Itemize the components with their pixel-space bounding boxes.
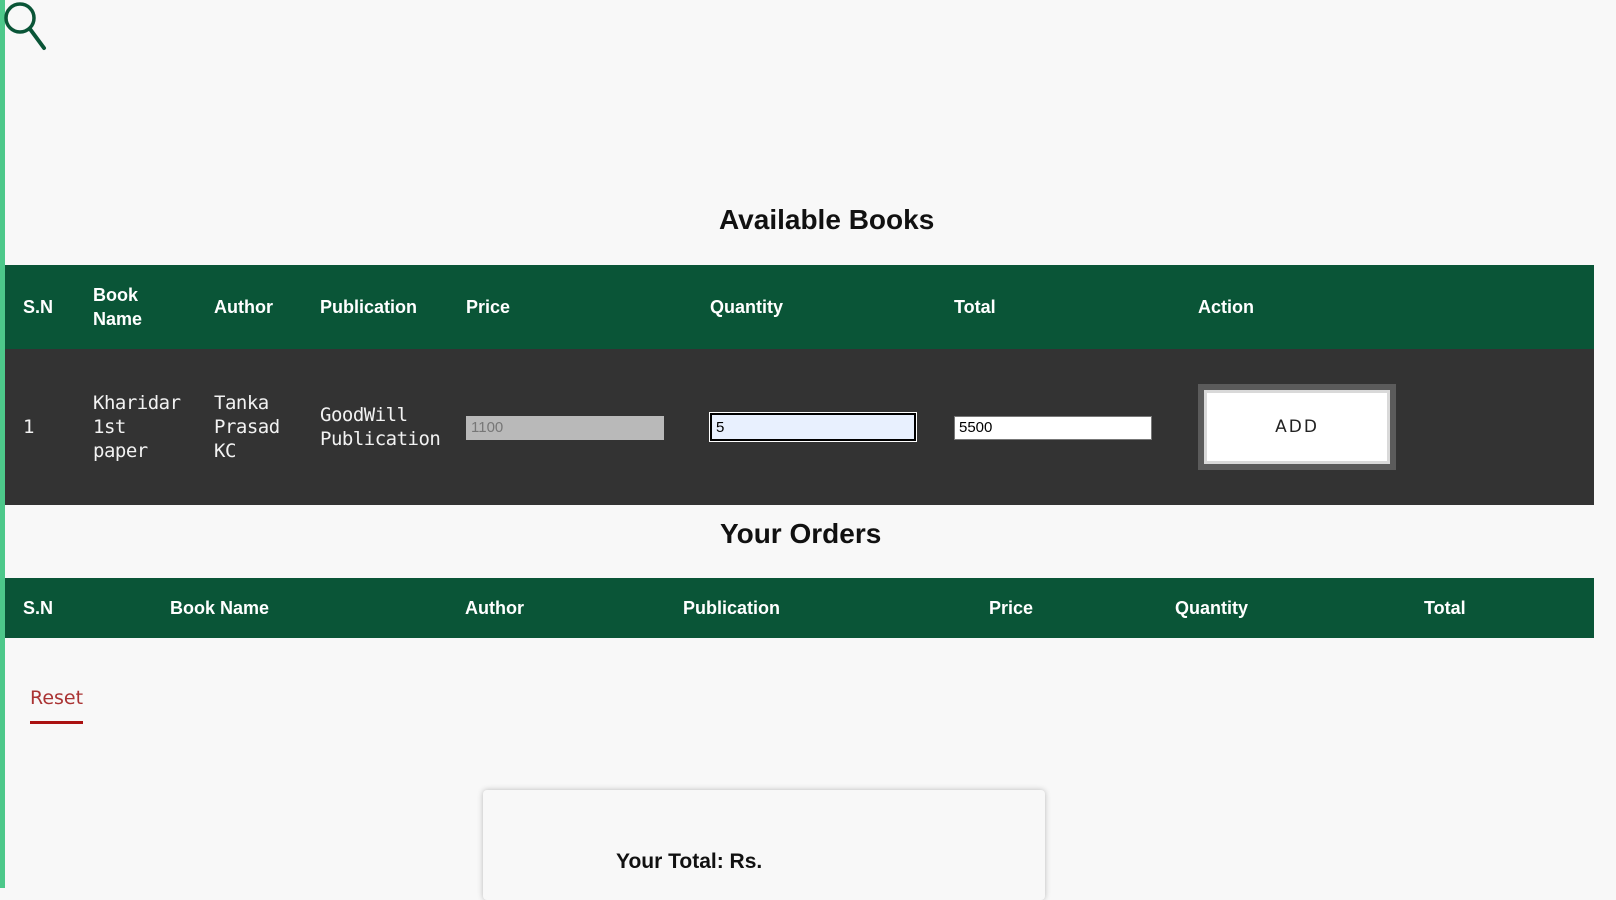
orders-header-author: Author xyxy=(465,597,524,618)
cell-sn: 1 xyxy=(23,416,34,438)
header-book-name: Book Name xyxy=(93,285,143,329)
orders-header-total: Total xyxy=(1424,597,1466,618)
search-icon[interactable] xyxy=(3,0,47,52)
orders-header-price: Price xyxy=(989,597,1034,618)
available-books-title: Available Books xyxy=(719,204,935,235)
price-input xyxy=(466,415,664,440)
orders-header-quantity: Quantity xyxy=(1175,597,1249,618)
your-orders-title: Your Orders xyxy=(720,518,882,549)
total-input[interactable] xyxy=(954,415,1152,440)
cell-action: ADD xyxy=(1180,349,1594,505)
total-card: Your Total: Rs. xyxy=(483,790,1045,900)
header-total: Total xyxy=(954,297,996,317)
quantity-input[interactable] xyxy=(709,412,917,442)
cell-book-name: Kharidar 1st paper xyxy=(93,392,181,462)
header-author: Author xyxy=(214,297,273,317)
cell-total xyxy=(936,349,1180,505)
orders-header-book-name: Book Name xyxy=(170,597,270,618)
cell-price xyxy=(448,349,692,505)
add-button[interactable]: ADD xyxy=(1198,384,1396,470)
header-price: Price xyxy=(466,297,511,317)
your-total-label: Your Total: Rs. xyxy=(616,850,763,873)
available-books-table: S.N Book Name Author Publication Price Q… xyxy=(5,265,1594,505)
cell-author: Tanka Prasad KC xyxy=(214,392,280,462)
orders-table: S.N Book Name Author Publication Price Q… xyxy=(5,578,1594,638)
orders-header-publication: Publication xyxy=(683,597,781,618)
orders-header-sn: S.N xyxy=(23,597,54,618)
table-row: 1 Kharidar 1st paper Tanka Prasad KC Goo… xyxy=(5,349,1594,505)
table-header-row: S.N Book Name Author Publication Price Q… xyxy=(5,578,1594,638)
header-action: Action xyxy=(1198,297,1254,317)
cell-quantity xyxy=(692,349,936,505)
cell-publication: GoodWill Publication xyxy=(320,404,441,450)
table-header-row: S.N Book Name Author Publication Price Q… xyxy=(5,265,1594,349)
header-sn: S.N xyxy=(23,297,54,317)
header-quantity: Quantity xyxy=(710,297,784,317)
reset-link[interactable]: Reset xyxy=(30,687,84,724)
header-publication: Publication xyxy=(320,297,418,317)
